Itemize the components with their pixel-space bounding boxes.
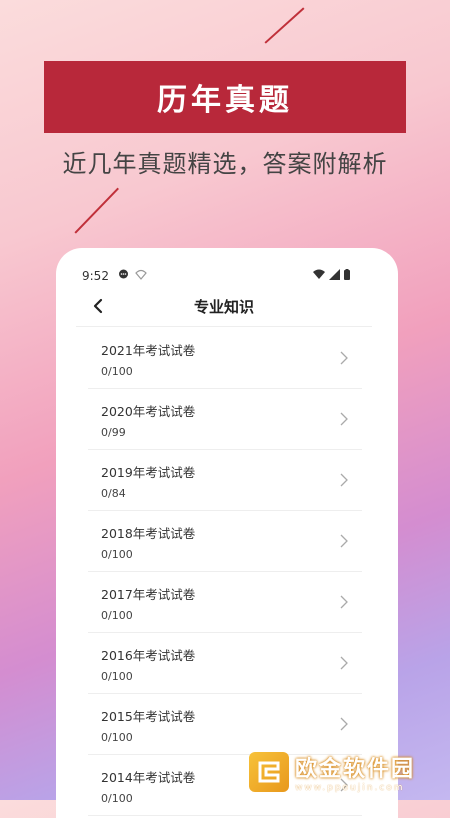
exam-name: 2018年考试试卷 <box>101 526 196 541</box>
chevron-right-icon <box>340 473 348 487</box>
exam-name: 2020年考试试卷 <box>101 404 196 419</box>
wifi-off-icon <box>135 269 147 280</box>
exam-name: 2017年考试试卷 <box>101 587 196 602</box>
page-title: 专业知识 <box>193 298 254 316</box>
exam-name: 2021年考试试卷 <box>101 343 196 358</box>
list-item[interactable]: 2015年考试试卷 0/100 <box>88 694 362 755</box>
exam-progress: 0/100 <box>101 609 133 622</box>
phone-screen: 9:52 专业知识 2021年考试试卷 0/100 2020年考试试卷 0/99… <box>56 248 398 818</box>
list-item[interactable]: 2019年考试试卷 0/84 <box>88 450 362 511</box>
exam-name: 2014年考试试卷 <box>101 770 196 785</box>
banner-title: 历年真题 <box>157 83 293 118</box>
exam-progress: 0/100 <box>101 670 133 683</box>
watermark-url: www.ppoujin.com <box>295 783 405 793</box>
app-header: 专业知识 <box>76 288 372 327</box>
battery-icon <box>344 269 350 280</box>
logo-icon <box>249 752 289 792</box>
chevron-right-icon <box>340 412 348 426</box>
status-bar: 9:52 <box>56 248 398 283</box>
chevron-right-icon <box>340 351 348 365</box>
chat-bubble-icon <box>119 269 128 279</box>
exam-progress: 0/100 <box>101 731 133 744</box>
exam-progress: 0/100 <box>101 792 133 805</box>
exam-progress: 0/100 <box>101 365 133 378</box>
list-item[interactable]: 2016年考试试卷 0/100 <box>88 633 362 694</box>
watermark-name: 欧金软件园 <box>295 757 416 782</box>
chevron-right-icon <box>340 656 348 670</box>
exam-list: 2021年考试试卷 0/100 2020年考试试卷 0/99 2019年考试试卷… <box>88 328 362 816</box>
list-item[interactable]: 2018年考试试卷 0/100 <box>88 511 362 572</box>
list-item[interactable]: 2021年考试试卷 0/100 <box>88 328 362 389</box>
exam-progress: 0/100 <box>101 548 133 561</box>
list-item[interactable]: 2020年考试试卷 0/99 <box>88 389 362 450</box>
decorative-line-top <box>264 7 305 44</box>
exam-name: 2016年考试试卷 <box>101 648 196 663</box>
list-item[interactable]: 2017年考试试卷 0/100 <box>88 572 362 633</box>
promo-subtitle: 近几年真题精选，答案附解析 <box>62 150 388 178</box>
wifi-icon <box>313 269 325 279</box>
promo-banner: 历年真题 <box>44 61 406 133</box>
exam-progress: 0/84 <box>101 487 126 500</box>
chevron-right-icon <box>340 534 348 548</box>
chevron-right-icon <box>340 595 348 609</box>
status-time: 9:52 <box>82 269 109 283</box>
watermark-logo: 欧金软件园 www.ppoujin.com <box>249 748 445 796</box>
exam-name: 2019年考试试卷 <box>101 465 196 480</box>
exam-name: 2015年考试试卷 <box>101 709 196 724</box>
signal-icon <box>329 269 340 280</box>
chevron-right-icon <box>340 717 348 731</box>
decorative-line-bottom <box>74 187 119 234</box>
exam-progress: 0/99 <box>101 426 126 439</box>
